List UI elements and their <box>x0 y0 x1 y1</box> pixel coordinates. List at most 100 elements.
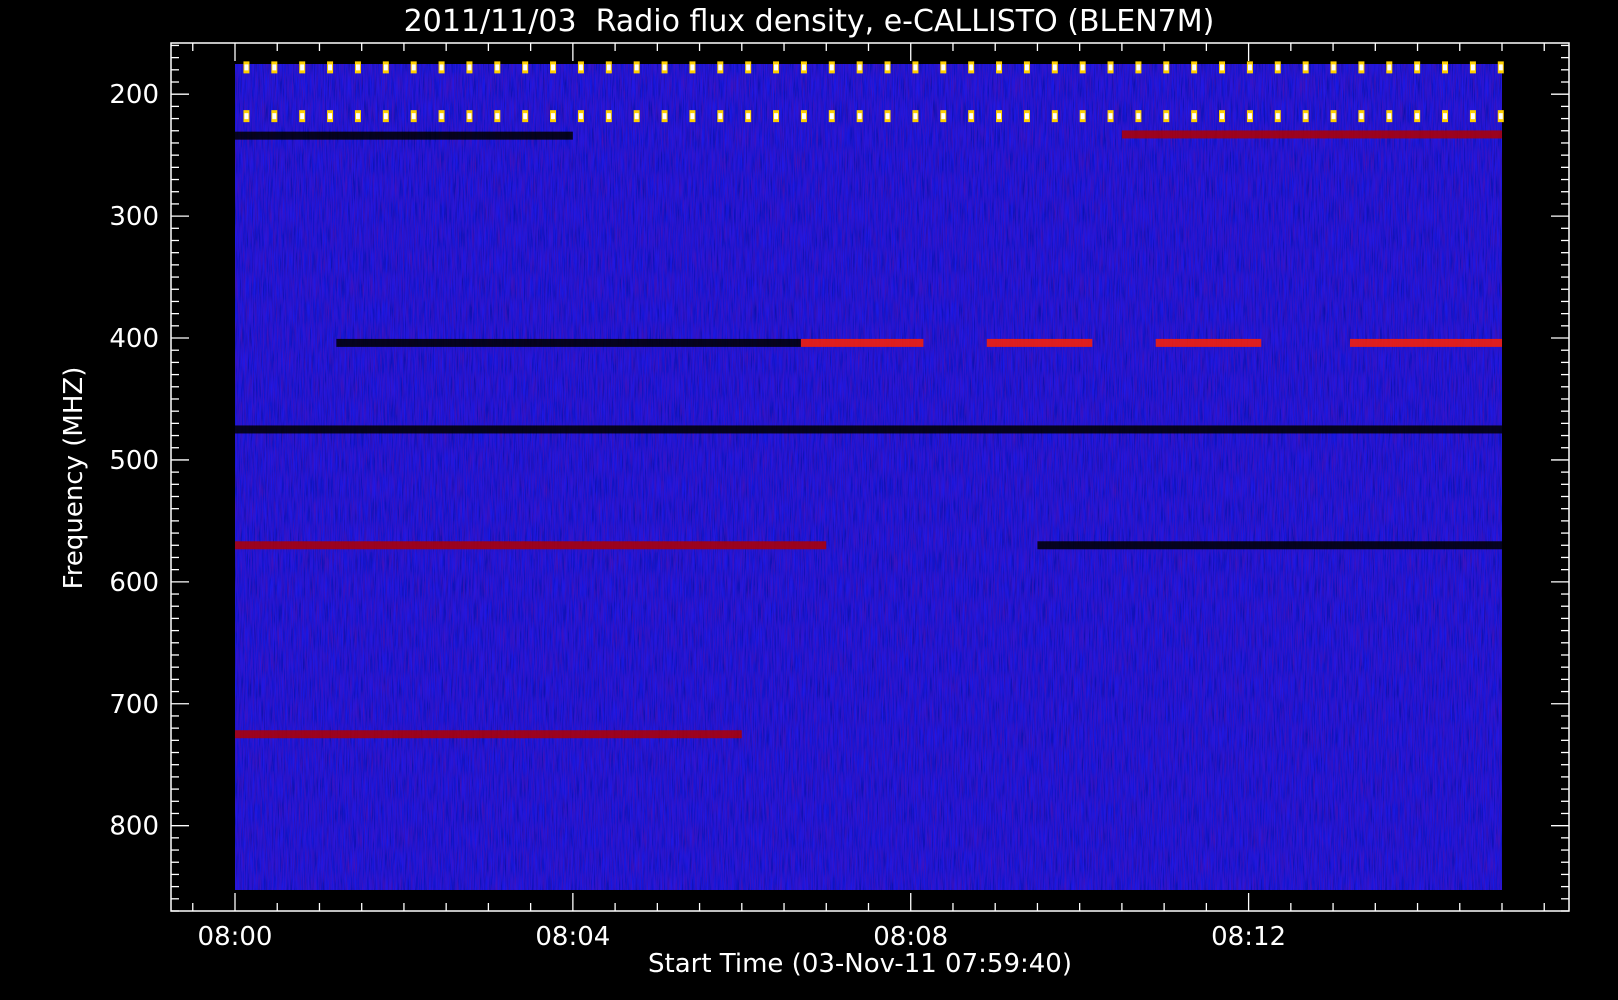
burst-core <box>1108 113 1113 120</box>
burst-core <box>606 113 611 120</box>
burst-core <box>578 64 583 71</box>
burst-core <box>244 113 249 120</box>
burst-core <box>1275 64 1280 71</box>
burst-core <box>857 113 862 120</box>
burst-core <box>1470 64 1475 71</box>
burst-core <box>523 64 528 71</box>
burst-core <box>606 64 611 71</box>
burst-core <box>578 113 583 120</box>
burst-core <box>774 113 779 120</box>
burst-core <box>1331 113 1336 120</box>
burst-core <box>997 113 1002 120</box>
burst-core <box>718 64 723 71</box>
burst-core <box>941 113 946 120</box>
burst-core <box>1387 64 1392 71</box>
burst-core <box>383 64 388 71</box>
x-tick-label: 08:12 <box>1211 922 1286 952</box>
burst-core <box>1359 64 1364 71</box>
burst-core <box>1303 64 1308 71</box>
burst-core <box>885 64 890 71</box>
feature-band <box>1037 541 1502 550</box>
burst-core <box>634 113 639 120</box>
y-tick-label: 300 <box>109 202 159 232</box>
burst-core <box>1331 64 1336 71</box>
feature-band <box>1155 338 1262 347</box>
burst-core <box>801 64 806 71</box>
burst-core <box>1275 113 1280 120</box>
burst-core <box>1415 113 1420 120</box>
burst-core <box>1387 113 1392 120</box>
burst-core <box>523 113 528 120</box>
burst-core <box>300 64 305 71</box>
burst-core <box>690 113 695 120</box>
burst-core <box>1470 113 1475 120</box>
x-tick-label: 08:08 <box>873 922 948 952</box>
y-tick-label: 600 <box>109 568 159 598</box>
burst-core <box>1359 113 1364 120</box>
y-tick-label: 200 <box>109 80 159 110</box>
x-tick-labels: 08:00 08:04 08:08 08:12 <box>198 922 1287 952</box>
burst-core <box>1220 64 1225 71</box>
burst-core <box>551 64 556 71</box>
burst-core <box>355 64 360 71</box>
burst-core <box>1303 113 1308 120</box>
feature-band <box>1121 130 1502 139</box>
burst-core <box>1024 64 1029 71</box>
burst-core <box>383 113 388 120</box>
burst-core <box>1024 113 1029 120</box>
burst-core <box>1136 113 1141 120</box>
burst-core <box>1164 113 1169 120</box>
burst-core <box>272 64 277 71</box>
burst-core <box>467 64 472 71</box>
x-tick-label: 08:00 <box>198 922 273 952</box>
burst-core <box>1443 64 1448 71</box>
burst-core <box>969 64 974 71</box>
y-tick-label: 800 <box>109 812 159 842</box>
burst-core <box>1498 64 1503 71</box>
burst-core <box>1192 113 1197 120</box>
burst-core <box>272 113 277 120</box>
burst-core <box>439 64 444 71</box>
burst-core <box>829 64 834 71</box>
y-tick-label: 700 <box>109 690 159 720</box>
burst-core <box>1247 113 1252 120</box>
feature-band <box>1349 338 1502 347</box>
y-tick-labels: 200 300 400 500 600 700 800 <box>109 80 159 841</box>
feature-band <box>235 425 1502 434</box>
burst-core <box>1080 64 1085 71</box>
burst-core <box>774 64 779 71</box>
y-axis-label: Frequency (MHZ) <box>59 367 89 590</box>
burst-core <box>634 64 639 71</box>
burst-core <box>1247 64 1252 71</box>
burst-core <box>1164 64 1169 71</box>
x-axis-label: Start Time (03-Nov-11 07:59:40) <box>648 949 1072 979</box>
burst-core <box>355 113 360 120</box>
burst-core <box>913 64 918 71</box>
plot-area <box>235 61 1504 890</box>
burst-core <box>551 113 556 120</box>
burst-core <box>857 64 862 71</box>
y-tick-label: 400 <box>109 324 159 354</box>
x-tick-label: 08:04 <box>535 922 610 952</box>
burst-core <box>1415 64 1420 71</box>
burst-core <box>411 113 416 120</box>
spectrogram-chart: 2011/11/03 Radio flux density, e-CALLIST… <box>59 4 1570 979</box>
spectrogram-noise <box>235 64 1502 890</box>
burst-core <box>997 64 1002 71</box>
burst-core <box>439 113 444 120</box>
burst-core <box>1052 113 1057 120</box>
feature-band <box>800 338 924 347</box>
burst-core <box>662 113 667 120</box>
burst-core <box>1080 113 1085 120</box>
burst-core <box>328 113 333 120</box>
burst-core <box>467 113 472 120</box>
burst-core <box>1443 113 1448 120</box>
chart-title: 2011/11/03 Radio flux density, e-CALLIST… <box>404 4 1215 39</box>
feature-band <box>235 541 827 550</box>
burst-core <box>718 113 723 120</box>
burst-core <box>1108 64 1113 71</box>
burst-core <box>1498 113 1503 120</box>
burst-core <box>746 113 751 120</box>
burst-core <box>411 64 416 71</box>
burst-core <box>829 113 834 120</box>
